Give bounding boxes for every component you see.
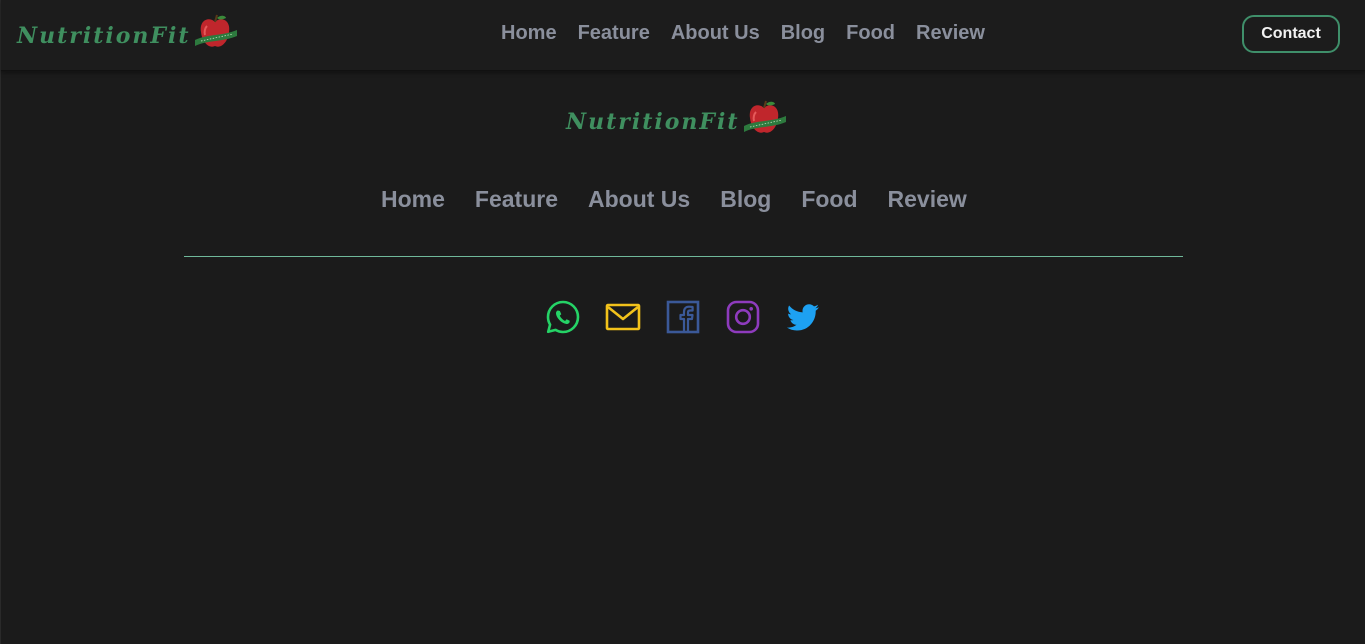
page: NutritionFit Home Feature About Us Blog … — [0, 0, 1365, 644]
footer-divider — [184, 256, 1183, 257]
header: NutritionFit Home Feature About Us Blog … — [1, 0, 1365, 71]
nav-home[interactable]: Home — [501, 22, 557, 45]
footer-nav: Home Feature About Us Blog Food Review — [381, 186, 967, 213]
apple-icon — [742, 100, 788, 143]
nav-food[interactable]: Food — [846, 22, 895, 45]
social-links — [545, 299, 821, 335]
footer-logo-text: NutritionFit — [566, 108, 740, 135]
email-icon[interactable] — [605, 299, 641, 335]
nav-review[interactable]: Review — [916, 22, 985, 45]
whatsapp-icon[interactable] — [545, 299, 581, 335]
contact-button[interactable]: Contact — [1242, 15, 1340, 53]
footer-nav-feature[interactable]: Feature — [475, 186, 558, 213]
logo-text: NutritionFit — [17, 22, 191, 49]
footer-nav-review[interactable]: Review — [888, 186, 967, 213]
instagram-icon[interactable] — [725, 299, 761, 335]
nav-about-us[interactable]: About Us — [671, 22, 760, 45]
footer-nav-blog[interactable]: Blog — [720, 186, 771, 213]
footer-nav-about-us[interactable]: About Us — [588, 186, 690, 213]
nav-feature[interactable]: Feature — [578, 22, 650, 45]
footer-nav-food[interactable]: Food — [801, 186, 857, 213]
footer-nav-home[interactable]: Home — [381, 186, 445, 213]
twitter-icon[interactable] — [785, 299, 821, 335]
nav-blog[interactable]: Blog — [781, 22, 825, 45]
header-logo[interactable]: NutritionFit — [17, 14, 239, 57]
footer-logo[interactable]: NutritionFit — [566, 100, 788, 143]
facebook-icon[interactable] — [665, 299, 701, 335]
apple-icon — [193, 14, 239, 57]
top-nav: Home Feature About Us Blog Food Review — [501, 22, 985, 45]
